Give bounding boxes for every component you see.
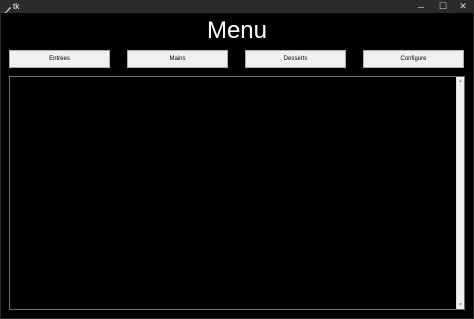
mains-button[interactable]: Mains — [127, 50, 228, 68]
window-title: tk — [13, 2, 20, 11]
feather-icon — [3, 2, 12, 15]
vertical-scrollbar[interactable]: ▲ ▼ — [456, 77, 464, 309]
scroll-down-icon[interactable]: ▼ — [457, 301, 464, 309]
maximize-button[interactable]: ☐ — [432, 0, 454, 13]
title-bar: tk ─ ☐ ✕ — [0, 0, 474, 15]
page-title: Menu — [206, 17, 268, 44]
entrees-button[interactable]: Entrees — [9, 50, 110, 68]
scroll-up-icon[interactable]: ▲ — [457, 77, 464, 85]
content-area[interactable]: ▲ ▼ — [9, 76, 465, 310]
minimize-button[interactable]: ─ — [410, 0, 432, 13]
configure-button[interactable]: Configure — [363, 50, 464, 68]
desserts-button[interactable]: Desserts — [245, 50, 346, 68]
close-button[interactable]: ✕ — [452, 0, 474, 13]
